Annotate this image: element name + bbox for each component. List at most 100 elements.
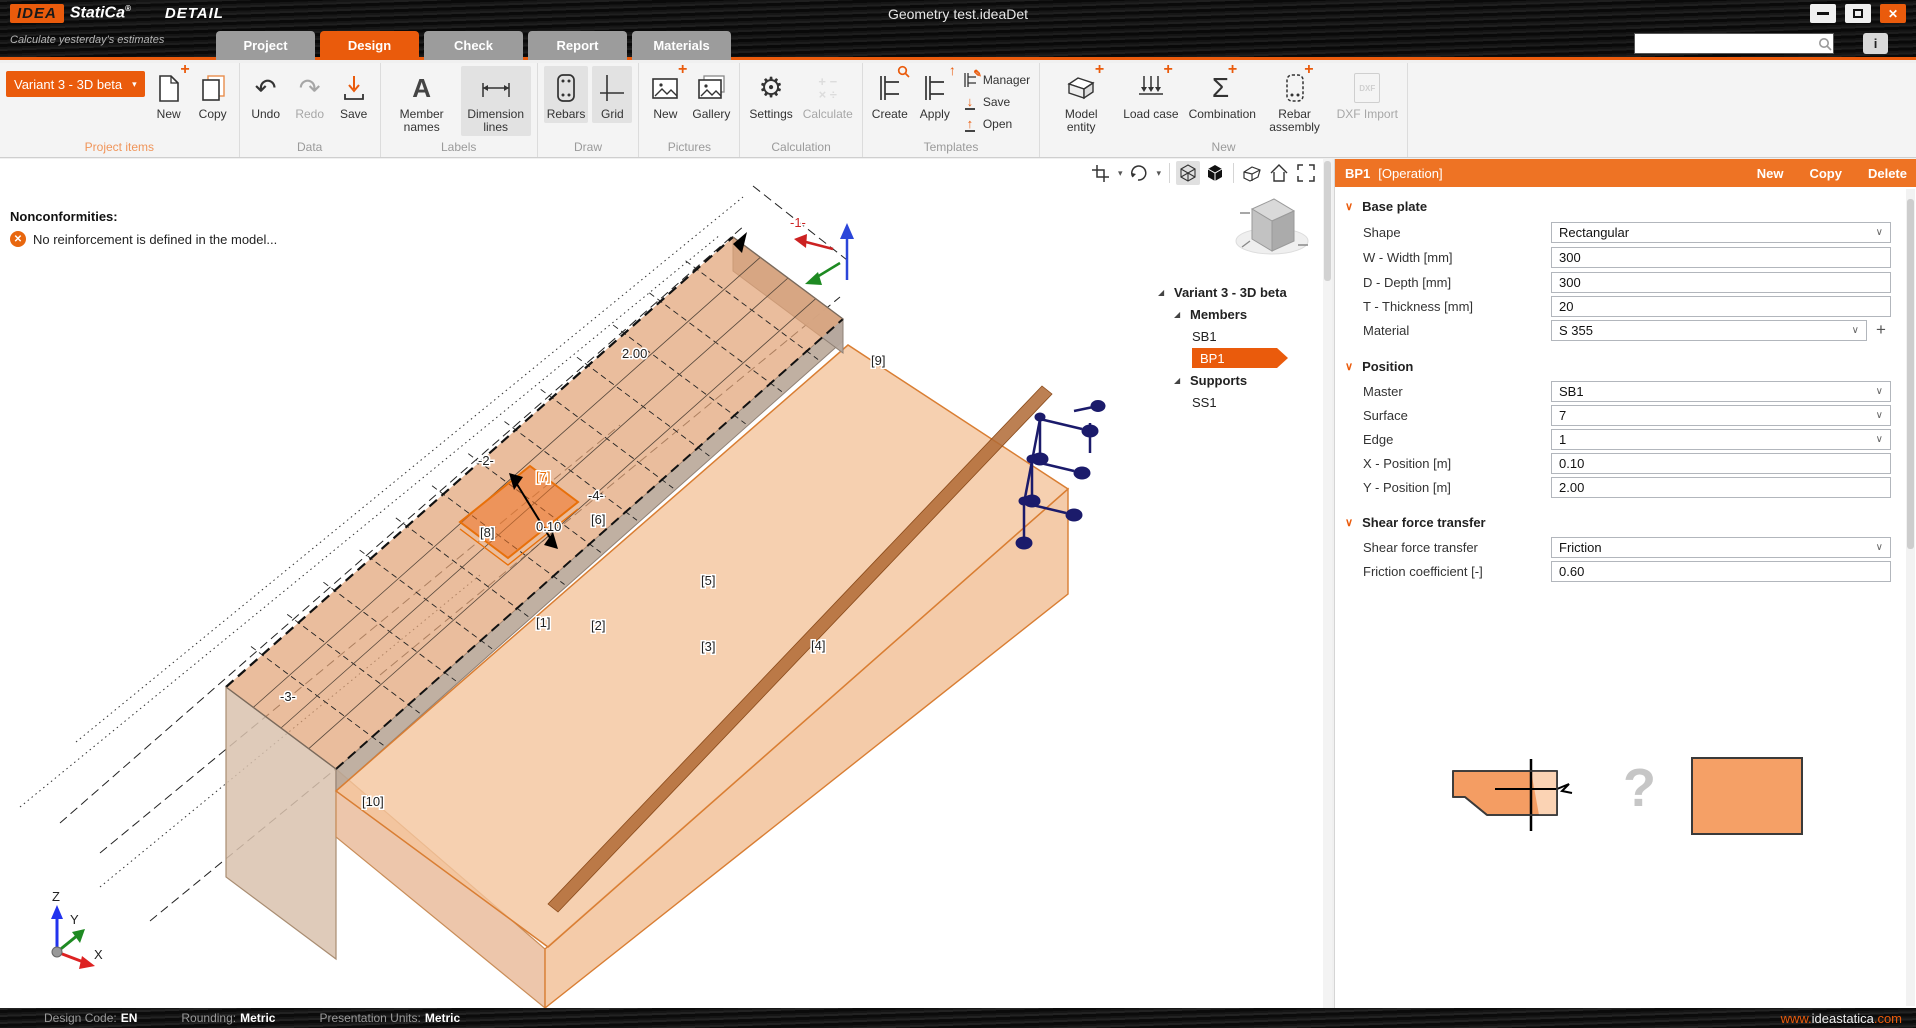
close-button[interactable]: ✕ — [1880, 4, 1906, 23]
clipping-tool-icon[interactable] — [1089, 161, 1113, 185]
axis-line-label: -4- — [588, 488, 604, 503]
operation-copy-button[interactable]: Copy — [1809, 166, 1842, 181]
tab-row: Calculate yesterday's estimates Project … — [0, 28, 1916, 60]
maximize-button[interactable] — [1845, 4, 1871, 23]
main-area: ▾ ▾ — [0, 159, 1916, 1008]
chevron-down-icon: ∨ — [1852, 325, 1859, 336]
section-position[interactable]: ∨ Position — [1345, 359, 1413, 374]
wireframe-cube-icon[interactable] — [1176, 161, 1200, 185]
tree-item-sb1[interactable]: SB1 — [1158, 325, 1322, 347]
solid-cube-icon[interactable] — [1203, 161, 1227, 185]
surface-select[interactable]: 7∨ — [1551, 405, 1891, 426]
picture-icon: + — [651, 68, 679, 108]
clip-box-icon[interactable] — [1240, 161, 1264, 185]
minimize-button[interactable] — [1810, 4, 1836, 23]
search-box — [1634, 33, 1834, 54]
chevron-down-icon[interactable]: ▾ — [1154, 168, 1163, 179]
website-link[interactable]: www.ideastatica.com — [1781, 1011, 1902, 1026]
selected-tree-item[interactable]: BP1 — [1192, 348, 1288, 368]
expander-icon[interactable]: ◢ — [1174, 376, 1184, 385]
master-select[interactable]: SB1∨ — [1551, 381, 1891, 402]
tab-materials[interactable]: Materials — [632, 31, 731, 60]
template-open-button[interactable]: ↑ Open — [959, 114, 1033, 134]
viewport-3d[interactable]: ▾ ▾ — [0, 159, 1332, 1008]
operation-delete-button[interactable]: Delete — [1868, 166, 1907, 181]
operation-header: BP1 [Operation] New Copy Delete — [1335, 159, 1916, 187]
surface-label: [5] — [701, 573, 715, 588]
depth-input[interactable]: 300 — [1551, 272, 1891, 293]
search-icon — [1817, 36, 1833, 52]
rotate-view-icon[interactable] — [1127, 161, 1151, 185]
friction-coefficient-input[interactable]: 0.60 — [1551, 561, 1891, 582]
model-entity-button[interactable]: + Model entity — [1046, 66, 1116, 136]
material-select[interactable]: S 355∨ — [1551, 320, 1867, 341]
redo-icon: ↷ — [299, 68, 321, 108]
tab-project[interactable]: Project — [216, 31, 315, 60]
title-bar: IDEA StatiCa® DETAIL Geometry test.ideaD… — [0, 0, 1916, 28]
tree-item-supports[interactable]: ◢ Supports — [1158, 369, 1322, 391]
viewport-canvas[interactable]: Z Y X 2.00 0.10 -1- -2- -3- -4- [1] [2] … — [0, 159, 1332, 1008]
search-input[interactable] — [1635, 35, 1817, 52]
group-label: Calculation — [746, 139, 855, 157]
tab-check[interactable]: Check — [424, 31, 523, 60]
tab-report[interactable]: Report — [528, 31, 627, 60]
template-save-button[interactable]: ↓ Save — [959, 92, 1033, 112]
info-button[interactable]: i — [1863, 33, 1888, 54]
variant-selector[interactable]: Variant 3 - 3D beta▾ — [6, 71, 145, 97]
rebars-button[interactable]: Rebars — [544, 66, 589, 123]
fullscreen-icon[interactable] — [1294, 161, 1318, 185]
save-icon — [341, 68, 367, 108]
load-case-button[interactable]: + Load case — [1120, 66, 1181, 123]
tree-item-root[interactable]: ◢ Variant 3 - 3D beta — [1158, 281, 1322, 303]
group-new: + Model entity + Load case Σ+ Combinatio… — [1040, 63, 1408, 157]
panel-scrollbar[interactable] — [1906, 189, 1915, 1006]
section-base-plate[interactable]: ∨ Base plate — [1345, 199, 1427, 214]
copy-project-button[interactable]: Copy — [193, 66, 233, 123]
undo-button[interactable]: ↶ Undo — [246, 66, 286, 123]
group-label: Data — [246, 139, 374, 157]
edge-select[interactable]: 1∨ — [1551, 429, 1891, 450]
tree-item-ss1[interactable]: SS1 — [1158, 391, 1322, 413]
expander-icon[interactable]: ◢ — [1158, 288, 1168, 297]
member-names-button[interactable]: A Member names — [387, 66, 457, 136]
template-create-button[interactable]: Create — [869, 66, 911, 123]
navigation-cube[interactable] — [1232, 189, 1312, 261]
surface-label: [4] — [811, 638, 825, 653]
template-apply-button[interactable]: ↑ Apply — [915, 66, 955, 123]
operation-new-button[interactable]: New — [1757, 166, 1784, 181]
section-shear-force-transfer[interactable]: ∨ Shear force transfer — [1345, 515, 1486, 530]
axis-line-label: -2- — [478, 453, 494, 468]
expander-icon[interactable]: ◢ — [1174, 310, 1184, 319]
new-project-button[interactable]: + New — [149, 66, 189, 123]
combination-button[interactable]: Σ+ Combination — [1186, 66, 1256, 123]
width-input[interactable]: 300 — [1551, 247, 1891, 268]
chevron-down-icon[interactable]: ▾ — [1116, 168, 1125, 179]
template-manager-button[interactable]: ✎ Manager — [959, 70, 1033, 90]
rebar-assembly-button[interactable]: + Rebar assembly — [1260, 66, 1330, 136]
shear-transfer-select[interactable]: Friction∨ — [1551, 537, 1891, 558]
calculator-icon: + −× ÷ — [818, 68, 837, 108]
add-material-button[interactable]: + — [1871, 320, 1891, 340]
gallery-button[interactable]: Gallery — [689, 66, 733, 123]
group-templates: Create ↑ Apply ✎ Manager — [863, 63, 1040, 157]
viewport-scrollbar[interactable] — [1323, 159, 1332, 1008]
dimension-line-icon — [479, 68, 513, 108]
thickness-input[interactable]: 20 — [1551, 296, 1891, 317]
tree-item-bp1[interactable]: BP1 — [1158, 347, 1322, 369]
home-view-icon[interactable] — [1267, 161, 1291, 185]
tree-item-members[interactable]: ◢ Members — [1158, 303, 1322, 325]
grid-button[interactable]: Grid — [592, 66, 632, 123]
shape-select[interactable]: Rectangular∨ — [1551, 222, 1891, 243]
save-button[interactable]: Save — [334, 66, 374, 123]
open-up-icon: ↑ — [962, 116, 978, 132]
chevron-down-icon: ∨ — [1876, 227, 1883, 238]
x-position-input[interactable]: 0.10 — [1551, 453, 1891, 474]
y-position-input[interactable]: 2.00 — [1551, 477, 1891, 498]
field-label: W - Width [mm] — [1363, 250, 1551, 265]
new-picture-button[interactable]: + New — [645, 66, 685, 123]
field-label: Surface — [1363, 408, 1551, 423]
settings-button[interactable]: ⚙ Settings — [746, 66, 795, 123]
tab-design[interactable]: Design — [320, 31, 419, 60]
chevron-down-icon: ▾ — [132, 79, 137, 90]
dimension-lines-button[interactable]: Dimension lines — [461, 66, 531, 136]
